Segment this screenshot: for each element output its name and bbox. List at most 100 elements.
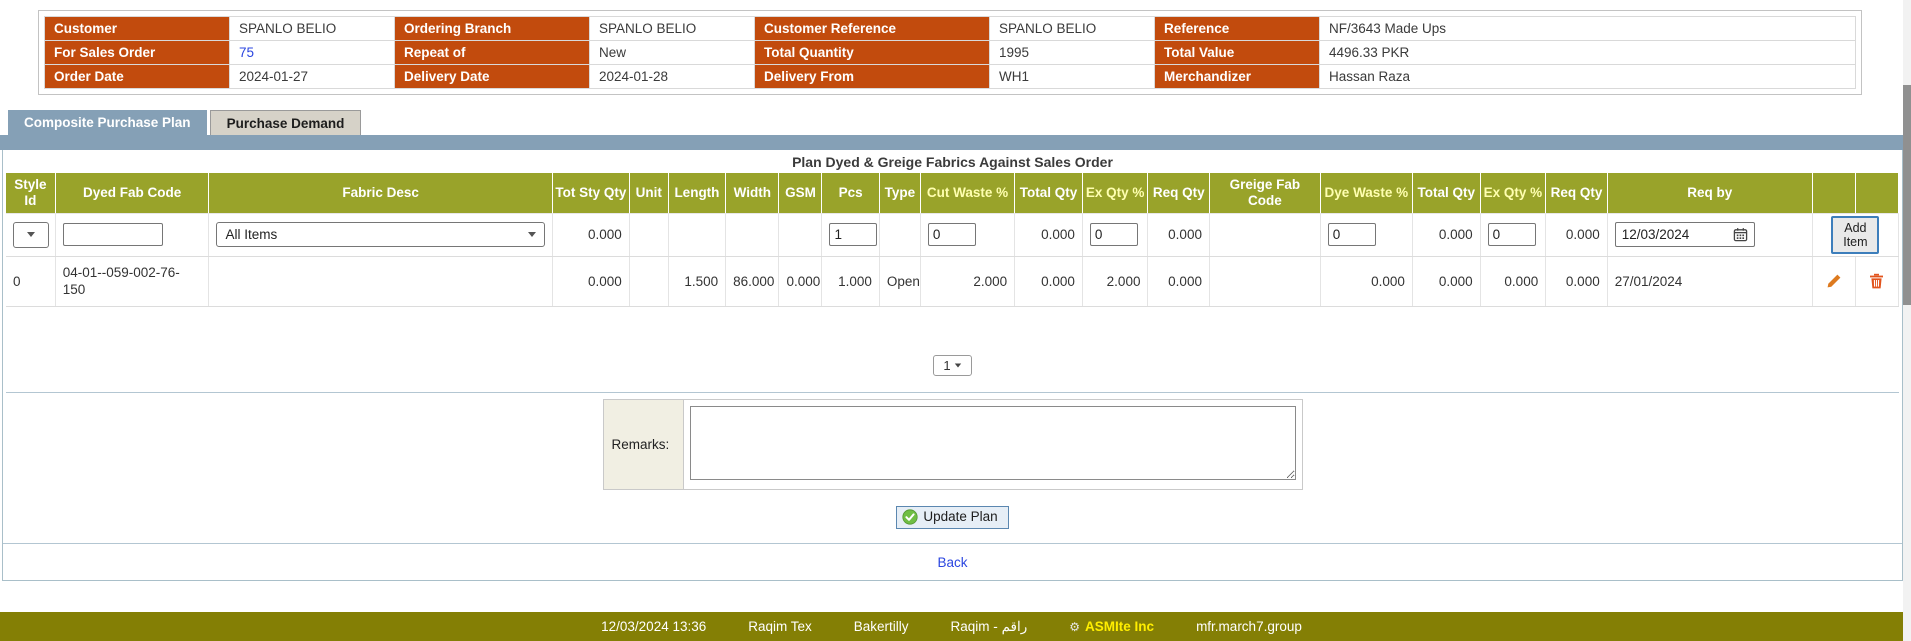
pager-row: 1 [6,355,1899,376]
tab-purchase-demand[interactable]: Purchase Demand [210,110,362,135]
dye-waste-input[interactable] [1328,223,1376,246]
check-circle-icon [902,509,918,525]
order-label-ordering-branch: Ordering Branch [395,17,590,41]
chevron-down-icon [954,363,960,367]
filter-unit [629,213,668,256]
fabric-desc-select[interactable]: All Items [216,222,544,247]
col-header-type: Type [879,173,920,213]
sales-order-link[interactable]: 75 [239,45,254,60]
req-by-date-input[interactable]: 12/03/2024 [1615,222,1755,247]
order-label-order-date: Order Date [45,65,230,89]
cell-req-qty-2: 0.000 [1546,256,1608,306]
back-link[interactable]: Back [937,555,967,570]
dyed-fab-code-input[interactable] [63,223,163,246]
update-plan-button[interactable]: Update Plan [896,506,1008,529]
order-value-ordering-branch: SPANLO BELIO [590,17,755,41]
chevron-down-icon [528,232,536,237]
cell-pcs: 1.000 [822,256,879,306]
cell-style-id: 0 [6,256,55,306]
col-header-dyed-fab-code: Dyed Fab Code [55,173,209,213]
filter-type [879,213,920,256]
cell-ex-qty-1: 2.000 [1082,256,1148,306]
order-value-merchandizer: Hassan Raza [1320,65,1856,89]
cut-waste-input[interactable] [928,223,976,246]
order-value-reference: NF/3643 Made Ups [1320,17,1856,41]
footer-org-bakertilly: Bakertilly [854,619,909,634]
col-header-action-2 [1855,173,1898,213]
plan-title: Plan Dyed & Greige Fabrics Against Sales… [3,150,1902,173]
order-value-delivery-date: 2024-01-28 [590,65,755,89]
order-label-total-quantity: Total Quantity [755,41,990,65]
fabric-desc-selected-value: All Items [225,227,277,242]
col-header-req-qty-2: Req Qty [1546,173,1608,213]
order-label-total-value: Total Value [1155,41,1320,65]
col-header-pcs: Pcs [822,173,879,213]
remarks-textarea[interactable] [690,406,1296,480]
tab-underline-bar [0,135,1903,150]
col-header-unit: Unit [629,173,668,213]
cell-fabric-desc [209,256,552,306]
update-plan-label: Update Plan [923,509,997,524]
cell-unit [629,256,668,306]
filter-greige-fab-code [1209,213,1320,256]
trash-icon [1869,273,1884,289]
col-header-cut-waste: Cut Waste % [920,173,1014,213]
cell-req-by: 27/01/2024 [1607,256,1812,306]
cell-dye-waste: 0.000 [1320,256,1412,306]
order-label-reference: Reference [1155,17,1320,41]
add-item-button[interactable]: Add Item [1831,216,1879,254]
col-header-ex-qty-1: Ex Qty % [1082,173,1148,213]
col-header-fabric-desc: Fabric Desc [209,173,552,213]
footer-brand[interactable]: ⚙ ASMIte Inc [1069,619,1154,634]
order-row-2: For Sales Order 75 Repeat of New Total Q… [45,41,1856,65]
cell-total-qty-1: 0.000 [1015,256,1083,306]
remarks-box: Remarks: [603,399,1303,490]
order-label-sales-order: For Sales Order [45,41,230,65]
remarks-label: Remarks: [604,400,684,489]
ex-qty-input-1[interactable] [1090,223,1138,246]
col-header-total-qty-1: Total Qty [1015,173,1083,213]
plan-table: Style Id Dyed Fab Code Fabric Desc Tot S… [6,173,1899,307]
order-label-customer-reference: Customer Reference [755,17,990,41]
filter-length [668,213,725,256]
update-row: Update Plan [3,506,1902,529]
pencil-icon [1826,273,1842,289]
filter-req-qty-2: 0.000 [1546,213,1608,256]
tab-strip: Composite Purchase Plan Purchase Demand [8,110,361,135]
col-header-req-qty-1: Req Qty [1148,173,1210,213]
cell-gsm: 0.000 [779,256,822,306]
calendar-icon [1733,227,1748,242]
filter-total-qty-2: 0.000 [1412,213,1480,256]
order-value-total-value: 4496.33 PKR [1320,41,1856,65]
delete-row-button[interactable] [1863,273,1891,289]
page-select[interactable]: 1 [933,355,971,376]
style-id-select[interactable] [13,222,49,248]
vertical-scrollbar[interactable] [1903,0,1911,641]
footer-company-name: ASMIte Inc [1085,619,1154,634]
pcs-input[interactable] [829,223,877,246]
order-row-1: Customer SPANLO BELIO Ordering Branch SP… [45,17,1856,41]
cell-ex-qty-2: 0.000 [1480,256,1546,306]
tab-composite-purchase-plan[interactable]: Composite Purchase Plan [8,110,207,135]
filter-width [726,213,779,256]
col-header-action-1 [1812,173,1855,213]
order-summary-table: Customer SPANLO BELIO Ordering Branch SP… [44,16,1856,89]
col-header-dye-waste: Dye Waste % [1320,173,1412,213]
plan-grid-wrap: Style Id Dyed Fab Code Fabric Desc Tot S… [6,173,1899,393]
col-header-gsm: GSM [779,173,822,213]
remarks-body [684,400,1302,489]
cell-total-qty-2: 0.000 [1412,256,1480,306]
cell-tot-sty-qty: 0.000 [552,256,629,306]
cell-type: Open [879,256,920,306]
order-label-merchandizer: Merchandizer [1155,65,1320,89]
scrollbar-thumb[interactable] [1903,85,1911,305]
filter-req-qty-1: 0.000 [1148,213,1210,256]
ex-qty-input-2[interactable] [1488,223,1536,246]
edit-row-button[interactable] [1820,273,1848,289]
col-header-width: Width [726,173,779,213]
cell-cut-waste: 2.000 [920,256,1014,306]
order-label-customer: Customer [45,17,230,41]
order-value-customer: SPANLO BELIO [230,17,395,41]
gear-icon: ⚙ [1069,620,1080,634]
order-value-total-quantity: 1995 [990,41,1155,65]
